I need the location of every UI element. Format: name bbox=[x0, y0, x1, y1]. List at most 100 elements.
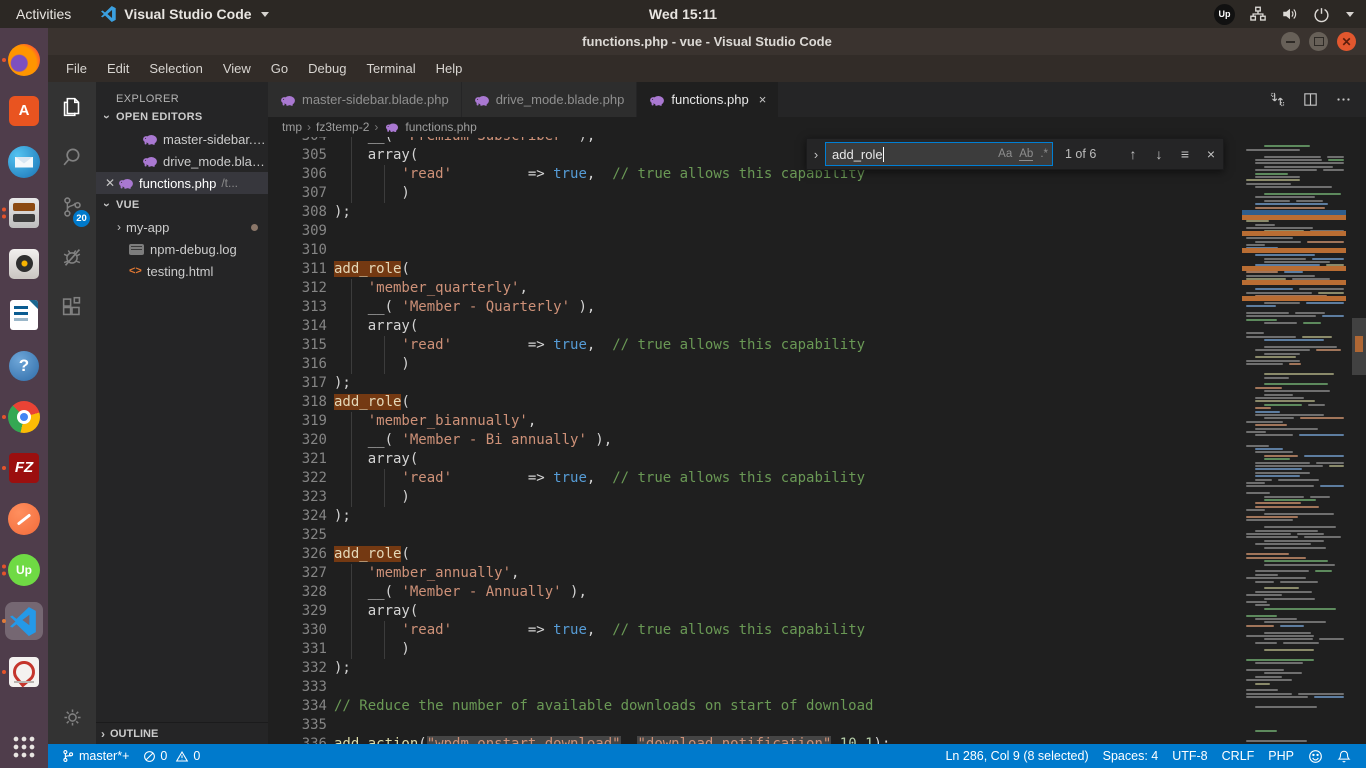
menu-debug[interactable]: Debug bbox=[298, 55, 356, 82]
language-mode-status[interactable]: PHP bbox=[1261, 749, 1301, 763]
code-line[interactable]: 309 bbox=[268, 222, 1352, 241]
code-line[interactable]: 314 array( bbox=[268, 317, 1352, 336]
outline-section-header[interactable]: › OUTLINE bbox=[96, 722, 268, 744]
upwork-tray-icon[interactable]: Up bbox=[1214, 4, 1235, 25]
code-line[interactable]: 315 'read' => true, // true allows this … bbox=[268, 336, 1352, 355]
activities-button[interactable]: Activities bbox=[0, 0, 87, 28]
maximize-button[interactable] bbox=[1309, 32, 1328, 51]
tab-drive-mode[interactable]: drive_mode.blade.php bbox=[462, 82, 638, 117]
tree-item-my-app[interactable]: › my-app bbox=[96, 216, 268, 238]
problems-status[interactable]: 0 0 bbox=[136, 749, 207, 763]
code-line[interactable]: 330 'read' => true, // true allows this … bbox=[268, 621, 1352, 640]
code-line[interactable]: 313 __( 'Member - Quarterly' ), bbox=[268, 298, 1352, 317]
dock-rhythmbox[interactable] bbox=[0, 238, 48, 289]
activity-source-control[interactable]: 20 bbox=[48, 182, 96, 232]
dock-vscode[interactable] bbox=[0, 595, 48, 646]
open-editors-header[interactable]: › OPEN EDITORS bbox=[96, 106, 268, 128]
regex-toggle[interactable]: .* bbox=[1040, 148, 1048, 160]
split-editor-icon[interactable] bbox=[1302, 91, 1319, 108]
dock-document-viewer[interactable] bbox=[0, 646, 48, 697]
encoding-status[interactable]: UTF-8 bbox=[1165, 749, 1214, 763]
breadcrumb-functions-php[interactable]: functions.php bbox=[405, 120, 476, 134]
notifications-bell[interactable] bbox=[1330, 749, 1358, 764]
dock-chrome[interactable] bbox=[0, 391, 48, 442]
dock-postman[interactable] bbox=[0, 493, 48, 544]
feedback-smiley[interactable] bbox=[1301, 749, 1330, 764]
code-line[interactable]: 310 bbox=[268, 241, 1352, 260]
app-menu-button[interactable]: Visual Studio Code bbox=[101, 6, 268, 22]
code-line[interactable]: 320 __( 'Member - Bi annually' ), bbox=[268, 431, 1352, 450]
close-tab-icon[interactable]: × bbox=[759, 92, 767, 107]
code-line[interactable]: 323 ) bbox=[268, 488, 1352, 507]
whole-word-toggle[interactable]: Ab bbox=[1019, 148, 1033, 161]
system-menu-caret-icon[interactable] bbox=[1346, 12, 1354, 17]
code-line[interactable]: 322 'read' => true, // true allows this … bbox=[268, 469, 1352, 488]
open-editor-master-sidebar[interactable]: master-sidebar.b... bbox=[96, 128, 268, 150]
code-editor[interactable]: 304 __( 'Premium Subscriber' ),305 array… bbox=[268, 137, 1352, 744]
code-line[interactable]: 335 bbox=[268, 716, 1352, 735]
code-line[interactable]: 332); bbox=[268, 659, 1352, 678]
open-editor-functions[interactable]: ✕ functions.php /t... bbox=[96, 172, 268, 194]
window-titlebar[interactable]: functions.php - vue - Visual Studio Code… bbox=[48, 28, 1366, 55]
toggle-replace-chevron-icon[interactable]: › bbox=[807, 147, 825, 162]
git-branch-status[interactable]: master*+ bbox=[54, 749, 136, 763]
menu-go[interactable]: Go bbox=[261, 55, 298, 82]
code-line[interactable]: 307 ) bbox=[268, 184, 1352, 203]
code-line[interactable]: 312 'member_quarterly', bbox=[268, 279, 1352, 298]
code-line[interactable]: 324); bbox=[268, 507, 1352, 526]
menu-selection[interactable]: Selection bbox=[139, 55, 212, 82]
cursor-position-status[interactable]: Ln 286, Col 9 (8 selected) bbox=[938, 749, 1095, 763]
breadcrumb-fz3temp[interactable]: fz3temp-2 bbox=[316, 120, 369, 134]
breadcrumb-tmp[interactable]: tmp bbox=[282, 120, 302, 134]
editor-scrollbar[interactable] bbox=[1352, 137, 1366, 744]
activity-explorer[interactable] bbox=[48, 82, 96, 132]
dock-ubuntu-software[interactable]: A bbox=[0, 85, 48, 136]
code-line[interactable]: 319 'member_biannually', bbox=[268, 412, 1352, 431]
power-icon[interactable] bbox=[1313, 6, 1330, 23]
tab-master-sidebar[interactable]: master-sidebar.blade.php bbox=[268, 82, 462, 117]
menu-edit[interactable]: Edit bbox=[97, 55, 139, 82]
dock-libreoffice-writer[interactable] bbox=[0, 289, 48, 340]
close-button[interactable]: ✕ bbox=[1337, 32, 1356, 51]
code-line[interactable]: 336add_action("wpdm_onstart_download", "… bbox=[268, 735, 1352, 744]
previous-match-button[interactable]: ↑ bbox=[1125, 146, 1141, 162]
more-actions-icon[interactable] bbox=[1335, 91, 1352, 108]
tree-item-npm-debug-log[interactable]: npm-debug.log bbox=[96, 238, 268, 260]
menu-terminal[interactable]: Terminal bbox=[356, 55, 425, 82]
dock-firefox[interactable] bbox=[0, 34, 48, 85]
code-line[interactable]: 327 'member_annually', bbox=[268, 564, 1352, 583]
dock-upwork[interactable]: Up bbox=[0, 544, 48, 595]
code-line[interactable]: 328 __( 'Member - Annually' ), bbox=[268, 583, 1352, 602]
close-icon[interactable]: ✕ bbox=[102, 176, 118, 190]
code-line[interactable]: 318add_role( bbox=[268, 393, 1352, 412]
activity-extensions[interactable] bbox=[48, 282, 96, 332]
vue-folder-header[interactable]: › VUE bbox=[96, 194, 268, 216]
show-applications-button[interactable] bbox=[13, 736, 35, 758]
minimize-button[interactable] bbox=[1281, 32, 1300, 51]
menu-view[interactable]: View bbox=[213, 55, 261, 82]
code-line[interactable]: 316 ) bbox=[268, 355, 1352, 374]
code-line[interactable]: 331 ) bbox=[268, 640, 1352, 659]
find-input[interactable]: add_role Aa Ab .* bbox=[825, 142, 1053, 166]
open-editor-drive-mode[interactable]: drive_mode.blad... bbox=[96, 150, 268, 172]
find-in-selection-button[interactable]: ≡ bbox=[1177, 146, 1193, 162]
code-line[interactable]: 329 array( bbox=[268, 602, 1352, 621]
dock-filezilla[interactable]: FZ bbox=[0, 442, 48, 493]
menu-help[interactable]: Help bbox=[426, 55, 473, 82]
match-case-toggle[interactable]: Aa bbox=[998, 148, 1012, 160]
tab-functions[interactable]: functions.php × bbox=[637, 82, 779, 117]
code-line[interactable]: 321 array( bbox=[268, 450, 1352, 469]
dock-file-manager[interactable] bbox=[0, 187, 48, 238]
dock-thunderbird[interactable] bbox=[0, 136, 48, 187]
eol-status[interactable]: CRLF bbox=[1215, 749, 1262, 763]
code-line[interactable]: 333 bbox=[268, 678, 1352, 697]
activity-search[interactable] bbox=[48, 132, 96, 182]
activity-settings[interactable] bbox=[48, 692, 96, 742]
code-line[interactable]: 311add_role( bbox=[268, 260, 1352, 279]
code-line[interactable]: 308); bbox=[268, 203, 1352, 222]
network-icon[interactable] bbox=[1249, 5, 1267, 23]
code-line[interactable]: 326add_role( bbox=[268, 545, 1352, 564]
minimap[interactable] bbox=[1240, 137, 1352, 744]
dock-help[interactable]: ? bbox=[0, 340, 48, 391]
indentation-status[interactable]: Spaces: 4 bbox=[1096, 749, 1166, 763]
